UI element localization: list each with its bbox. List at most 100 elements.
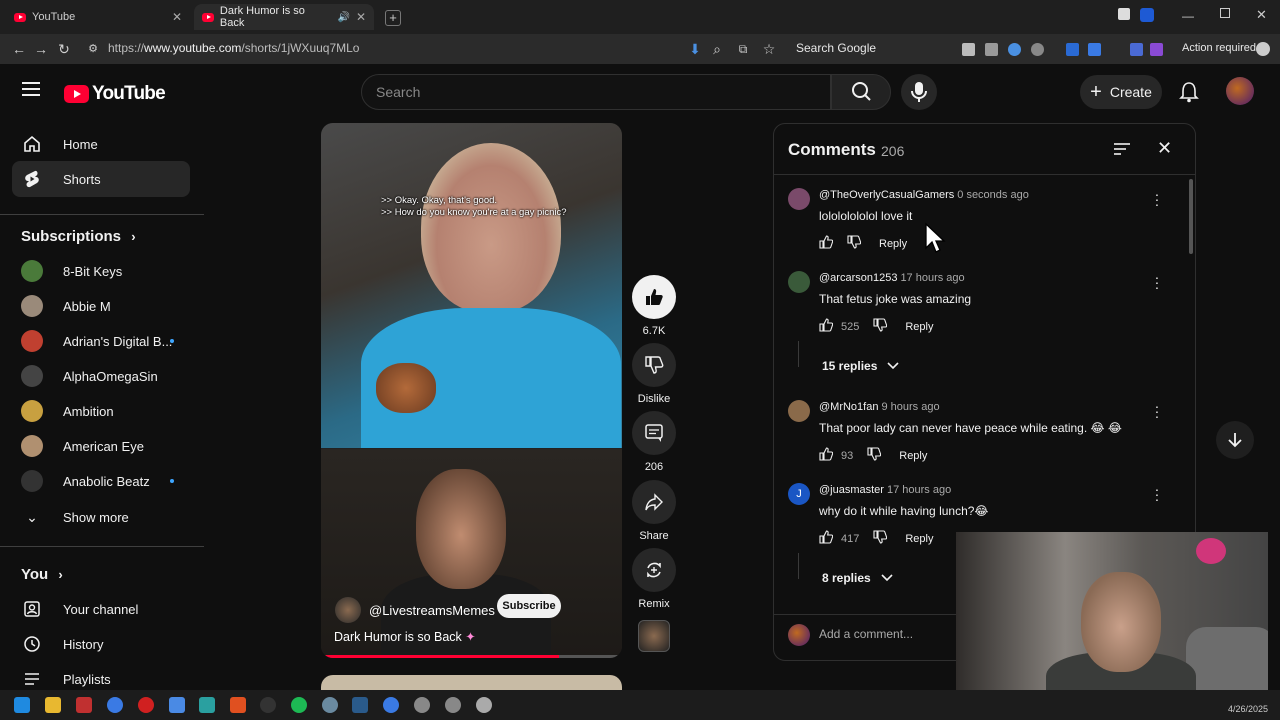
opera-icon[interactable]	[138, 697, 154, 713]
app-icon[interactable]	[322, 697, 338, 713]
minimize-window-icon[interactable]: —	[1182, 9, 1194, 23]
sound-thumbnail[interactable]	[638, 620, 670, 652]
view-replies-button[interactable]: 8 replies	[822, 571, 893, 585]
sidebar-item-subscription[interactable]: American Eye	[12, 428, 190, 464]
bookmark-star-icon[interactable]: ☆	[760, 40, 778, 58]
comment-author[interactable]: @juasmaster	[819, 484, 884, 496]
thumbs-up-icon[interactable]	[819, 447, 834, 464]
extension-folder-icon[interactable]	[985, 43, 998, 56]
cast-icon[interactable]: ⧉	[734, 40, 752, 58]
sidebar-item-home[interactable]: Home	[12, 126, 190, 162]
hamburger-menu-icon[interactable]	[22, 82, 40, 96]
site-info-icon[interactable]: ⚙	[84, 40, 102, 58]
thumbs-up-icon[interactable]	[819, 318, 834, 335]
sidebar-item-subscription[interactable]: 8-Bit Keys	[12, 253, 190, 289]
extension-copilot-icon[interactable]	[1150, 43, 1163, 56]
settings-icon[interactable]	[476, 697, 492, 713]
shorts-video-player[interactable]: >> Okay. Okay, that's good. >> How do yo…	[321, 123, 622, 658]
subscribe-button[interactable]: Subscribe	[497, 594, 561, 618]
comments-button[interactable]	[632, 411, 676, 455]
you-heading[interactable]: You ›	[21, 566, 63, 583]
extension-home-icon[interactable]	[962, 43, 975, 56]
extension-list-icon[interactable]	[1130, 43, 1143, 56]
sort-icon[interactable]	[1112, 141, 1132, 162]
extension-tab-icon[interactable]	[1088, 43, 1101, 56]
close-tab-icon[interactable]: ✕	[356, 10, 366, 24]
thumbs-down-icon[interactable]	[847, 235, 862, 252]
browser-tab-active[interactable]: Dark Humor is so Back 🔊 ✕	[194, 4, 374, 30]
remix-button[interactable]	[632, 548, 676, 592]
sidebar-item-subscription[interactable]: Abbie M	[12, 288, 190, 324]
reply-button[interactable]: Reply	[899, 450, 927, 462]
windows-start-icon[interactable]	[14, 697, 30, 713]
comment-time[interactable]: 17 hours ago	[887, 484, 951, 496]
extension-globe-icon[interactable]	[1008, 43, 1021, 56]
app-icon[interactable]	[414, 697, 430, 713]
spotify-icon[interactable]	[291, 697, 307, 713]
url-field[interactable]: https://www.youtube.com/shorts/1jWXuuq7M…	[108, 41, 359, 55]
app-icon[interactable]	[76, 697, 92, 713]
new-tab-button[interactable]: +	[385, 10, 401, 26]
reply-button[interactable]: Reply	[879, 238, 907, 250]
video-progress-bar[interactable]	[321, 655, 622, 658]
sidebar-item-subscription[interactable]: Ambition	[12, 393, 190, 429]
edge-icon[interactable]	[383, 697, 399, 713]
comment-avatar[interactable]	[788, 400, 810, 422]
dislike-action[interactable]: Dislike	[632, 343, 676, 405]
thumbs-up-icon[interactable]	[819, 235, 834, 252]
browser-tab-youtube[interactable]: YouTube ✕	[6, 4, 190, 30]
app-icon[interactable]	[169, 697, 185, 713]
app-icon[interactable]	[199, 697, 215, 713]
close-window-icon[interactable]: ✕	[1256, 7, 1267, 23]
close-comments-icon[interactable]: ✕	[1157, 138, 1172, 159]
close-tab-icon[interactable]: ✕	[172, 10, 182, 24]
profile-icon[interactable]	[1256, 42, 1270, 56]
add-comment-input[interactable]: Add a comment...	[819, 627, 913, 641]
comment-more-icon[interactable]: · · ·	[1154, 482, 1160, 506]
comments-scrollbar[interactable]	[1189, 179, 1193, 254]
view-replies-button[interactable]: 15 replies	[822, 359, 899, 373]
reply-button[interactable]: Reply	[905, 321, 933, 333]
share-button[interactable]	[632, 480, 676, 524]
steam-icon[interactable]	[352, 697, 368, 713]
voice-search-button[interactable]	[901, 74, 937, 110]
thumbs-down-icon[interactable]	[873, 318, 888, 335]
youtube-logo[interactable]: YouTube	[64, 83, 166, 105]
create-button[interactable]: + Create	[1080, 75, 1162, 109]
comment-author[interactable]: @TheOverlyCasualGamers	[819, 189, 954, 201]
comment-author[interactable]: @arcarson1253	[819, 272, 897, 284]
show-more-button[interactable]: ⌄ Show more	[12, 499, 190, 535]
channel-name[interactable]: @LivestreamsMemes	[369, 603, 495, 618]
file-explorer-icon[interactable]	[45, 697, 61, 713]
thumbs-down-icon[interactable]	[873, 530, 888, 547]
thumbs-down-icon[interactable]	[867, 447, 882, 464]
comment-avatar[interactable]: J	[788, 483, 810, 505]
account-avatar[interactable]	[1226, 77, 1254, 105]
reply-button[interactable]: Reply	[905, 533, 933, 545]
restore-window-icon[interactable]	[1220, 8, 1230, 18]
back-arrow-icon[interactable]: ←	[10, 40, 28, 58]
comment-time[interactable]: 0 seconds ago	[957, 189, 1029, 201]
app-icon[interactable]	[230, 697, 246, 713]
comment-avatar[interactable]	[788, 188, 810, 210]
extension-puzzle-icon[interactable]	[1066, 43, 1079, 56]
comment-more-icon[interactable]: · · ·	[1154, 187, 1160, 211]
browser-icon[interactable]	[107, 697, 123, 713]
action-required-label[interactable]: Action required	[1182, 42, 1256, 54]
search-input[interactable]: Search	[361, 74, 831, 110]
comment-time[interactable]: 17 hours ago	[900, 272, 964, 284]
extension-na-icon[interactable]	[1031, 43, 1044, 56]
channel-avatar[interactable]	[335, 597, 361, 623]
download-icon[interactable]: ⬇	[686, 40, 704, 58]
zoom-icon[interactable]: ⌕	[708, 40, 726, 58]
audio-playing-icon[interactable]: 🔊	[337, 12, 349, 23]
remix-action[interactable]: Remix	[632, 548, 676, 610]
search-button[interactable]	[831, 74, 891, 110]
share-action[interactable]: Share	[632, 480, 676, 542]
sidebar-item-history[interactable]: History	[12, 626, 190, 662]
comment-more-icon[interactable]: · · ·	[1154, 399, 1160, 423]
thumbs-up-icon[interactable]	[819, 530, 834, 547]
like-action[interactable]: 6.7K	[632, 275, 676, 337]
comment-more-icon[interactable]: · · ·	[1154, 270, 1160, 294]
extension-icon[interactable]	[1118, 8, 1130, 20]
